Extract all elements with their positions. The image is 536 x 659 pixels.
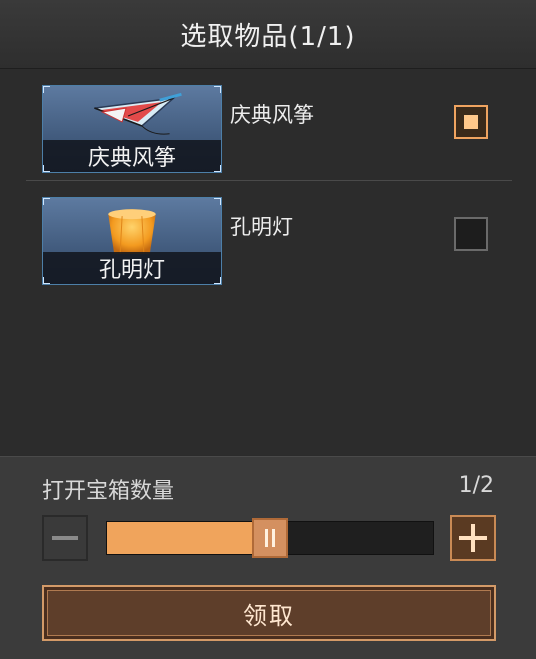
item-thumbnail: 孔明灯 bbox=[42, 197, 222, 285]
thumb-corner bbox=[214, 277, 221, 284]
plus-icon-stem bbox=[471, 524, 475, 552]
thumb-corner bbox=[214, 165, 221, 172]
thumb-corner bbox=[43, 165, 50, 172]
grip-line bbox=[265, 529, 268, 547]
item-name: 孔明灯 bbox=[230, 215, 293, 239]
item-name: 庆典风筝 bbox=[230, 103, 314, 127]
thumbnail-label: 孔明灯 bbox=[43, 252, 221, 284]
quantity-slider[interactable] bbox=[106, 518, 434, 558]
claim-button[interactable]: 领取 bbox=[42, 585, 496, 641]
thumbnail-label: 庆典风筝 bbox=[43, 140, 221, 172]
slider-handle[interactable] bbox=[252, 518, 288, 558]
thumb-corner bbox=[214, 86, 221, 93]
item-checkbox-unchecked[interactable] bbox=[454, 217, 488, 251]
claim-button-label: 领取 bbox=[243, 601, 295, 630]
item-thumbnail: 庆典风筝 bbox=[42, 85, 222, 173]
slider-fill bbox=[107, 522, 270, 554]
increase-quantity-button[interactable] bbox=[450, 515, 496, 561]
thumb-corner bbox=[43, 86, 50, 93]
kite-icon bbox=[94, 92, 182, 135]
quantity-label: 打开宝箱数量 bbox=[42, 479, 175, 504]
list-divider bbox=[26, 180, 512, 181]
decrease-quantity-button[interactable] bbox=[42, 515, 88, 561]
list-item-sky-lantern[interactable]: 孔明灯 孔明灯 bbox=[26, 197, 512, 293]
dialog-title-bar: 选取物品(1/1) bbox=[0, 0, 536, 69]
grip-line bbox=[272, 529, 275, 547]
dialog-title: 选取物品(1/1) bbox=[180, 21, 356, 52]
thumb-corner bbox=[43, 277, 50, 284]
quantity-panel: 打开宝箱数量 1/2 领取 bbox=[0, 456, 536, 659]
sky-lantern-icon bbox=[108, 209, 156, 254]
item-checkbox-checked[interactable] bbox=[454, 105, 488, 139]
minus-icon bbox=[52, 536, 78, 540]
item-list: 庆典风筝 庆典风筝 孔明灯 孔明灯 bbox=[0, 69, 536, 455]
thumb-corner bbox=[214, 198, 221, 205]
select-item-dialog: 选取物品(1/1) 庆典风筝 庆典风筝 孔明灯 孔明灯 打开宝箱数量 1/2 领… bbox=[0, 0, 536, 659]
thumb-corner bbox=[43, 198, 50, 205]
quantity-count: 1/2 bbox=[458, 473, 494, 498]
list-item-kite[interactable]: 庆典风筝 庆典风筝 bbox=[26, 85, 512, 181]
